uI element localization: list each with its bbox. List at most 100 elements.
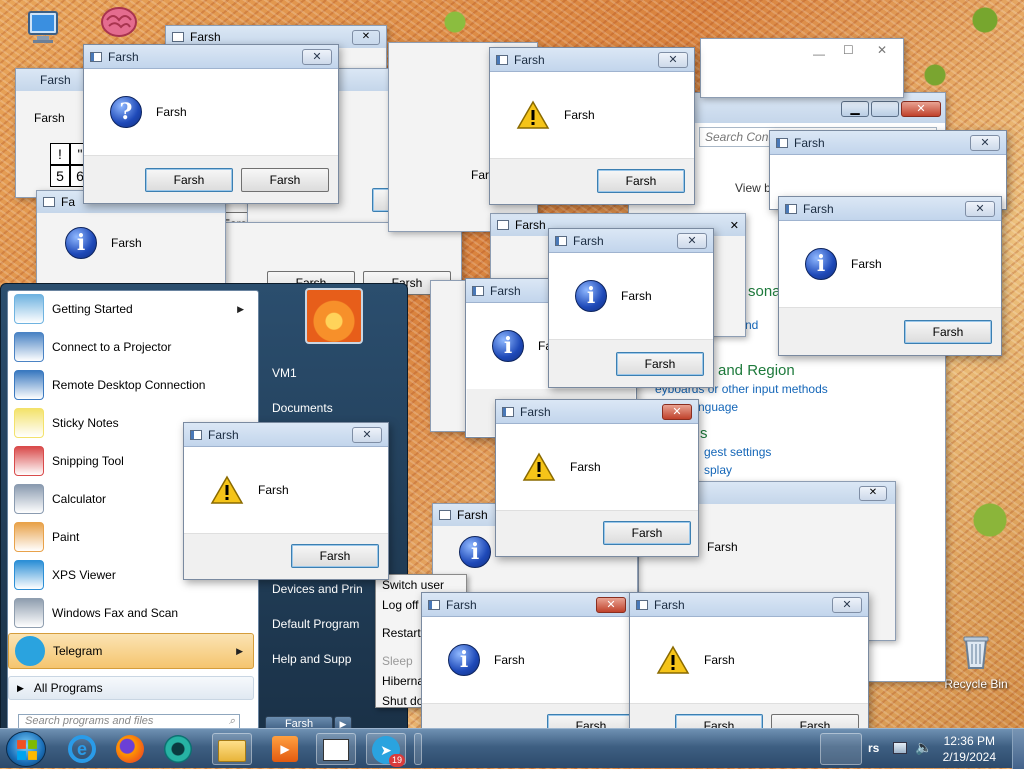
close-button[interactable]: ✕	[352, 29, 380, 45]
recycle-bin-icon	[963, 636, 989, 669]
start-search-input[interactable]: Search programs and files ⌕	[18, 714, 240, 728]
window-app-icon	[323, 739, 349, 761]
start-documents[interactable]: Documents	[272, 401, 333, 415]
farsh-button[interactable]: Farsh	[904, 320, 992, 344]
close-button[interactable]: ✕	[859, 485, 887, 501]
start-user-name[interactable]: VM1	[272, 366, 297, 380]
show-desktop-button[interactable]	[1012, 729, 1024, 769]
volume-muted-icon[interactable]: 🔈	[915, 739, 932, 756]
close-button[interactable]: ✕	[662, 403, 692, 420]
background-dialog: Fa i Farsh	[36, 190, 226, 285]
start-item-label: Sticky Notes	[52, 416, 119, 430]
region-heading[interactable]: and Region	[718, 362, 795, 379]
farsh-button[interactable]: Farsh	[241, 168, 329, 192]
dialog-titlebar: Farsh ✕	[84, 45, 338, 69]
farsh-button[interactable]: Farsh	[597, 169, 685, 193]
warning-icon	[516, 100, 550, 129]
recycle-bin[interactable]: Recycle Bin	[940, 632, 1012, 691]
network-icon[interactable]	[893, 742, 907, 754]
close-button[interactable]: ✕	[832, 596, 862, 613]
ease-link-display[interactable]: splay	[704, 463, 732, 477]
charmap-cell[interactable]: !	[50, 143, 70, 165]
dialog-title: Farsh	[794, 135, 825, 150]
user-avatar[interactable]	[305, 288, 363, 344]
app-icon	[502, 406, 514, 417]
close-button[interactable]: ✕	[901, 101, 941, 117]
firefox-icon	[116, 735, 144, 763]
brain-desktop-icon[interactable]	[84, 2, 154, 47]
start-item-connect-to-a-projector[interactable]: Connect to a Projector	[8, 329, 254, 365]
appearance-heading[interactable]: sona	[748, 283, 781, 300]
tray-text: rs	[868, 741, 880, 755]
minimize-button[interactable]: ▁	[841, 101, 869, 117]
info-icon: i	[459, 536, 491, 568]
globe-app-icon	[164, 735, 192, 763]
ease-heading[interactable]: s	[700, 425, 708, 442]
ease-link-settings[interactable]: gest settings	[704, 445, 771, 459]
explorer-taskbar[interactable]	[212, 733, 252, 765]
dialog-body: i Farsh	[779, 221, 1001, 307]
clock-time: 12:36 PM	[943, 734, 995, 748]
farsh-button[interactable]: Farsh	[616, 352, 704, 376]
close-button[interactable]: ✕	[730, 219, 739, 232]
power-restart[interactable]: Restart	[382, 626, 421, 640]
firefox-taskbar[interactable]	[110, 733, 150, 765]
close-button[interactable]: ✕	[965, 200, 995, 217]
power-shut-down[interactable]: Shut do	[382, 694, 423, 708]
background-dialog-title: Farsh	[190, 30, 221, 44]
maximize-button[interactable]	[871, 101, 899, 117]
close-button[interactable]: ✕	[302, 48, 332, 65]
dialog-footer: Farsh	[490, 158, 694, 204]
telegram-badge: 19	[389, 754, 405, 767]
maximize-icon[interactable]: ☐	[843, 43, 854, 57]
start-item-getting-started[interactable]: Getting Started ▶	[8, 291, 254, 327]
start-help-support[interactable]: Help and Supp	[272, 652, 351, 666]
paint-icon	[14, 522, 44, 552]
close-button[interactable]: ✕	[596, 596, 626, 613]
appearance-link[interactable]: nd	[745, 318, 758, 332]
app-icon	[472, 285, 484, 296]
farsh-button[interactable]: Farsh	[291, 544, 379, 568]
computer-desktop-icon[interactable]	[8, 8, 78, 53]
submenu-arrow-icon: ▶	[236, 645, 243, 656]
start-default-programs[interactable]: Default Program	[272, 617, 359, 631]
farsh-button[interactable]: Farsh	[145, 168, 233, 192]
farsh-button[interactable]: Farsh	[603, 521, 691, 545]
dialog-body: Farsh	[630, 617, 868, 703]
region-link-language[interactable]: nguage	[698, 400, 738, 414]
start-item-telegram[interactable]: Telegram ▶	[8, 633, 254, 669]
snipping-tool-icon	[14, 446, 44, 476]
all-programs-item[interactable]: ▶ All Programs	[8, 676, 254, 700]
power-sleep[interactable]: Sleep	[382, 654, 413, 668]
dialog-titlebar: Farsh ✕	[549, 229, 713, 253]
close-button[interactable]: ✕	[658, 51, 688, 68]
farsh-dialog-info: Farsh ✕ i Farsh Farsh	[548, 228, 714, 388]
charmap-cell[interactable]: 5	[50, 165, 70, 187]
start-button[interactable]	[6, 731, 46, 767]
app-icon	[785, 203, 797, 214]
farsh-dialog-warning: Farsh ✕ Farsh Farsh	[495, 399, 699, 557]
close-icon[interactable]: ✕	[877, 43, 887, 57]
start-item-windows-fax-and-scan[interactable]: Windows Fax and Scan	[8, 595, 254, 631]
dialog-titlebar: Farsh ✕	[422, 593, 632, 617]
taskbar-window-button[interactable]	[414, 733, 422, 765]
power-switch-user[interactable]: Switch user	[382, 578, 444, 592]
media-player-taskbar[interactable]: ▶	[265, 733, 305, 765]
power-log-off[interactable]: Log off	[382, 598, 418, 612]
close-button[interactable]: ✕	[677, 232, 707, 249]
internet-explorer-taskbar[interactable]: e	[62, 733, 102, 765]
start-item-label: XPS Viewer	[52, 568, 116, 582]
taskbar-window-button[interactable]	[820, 733, 862, 765]
close-button[interactable]: ✕	[352, 426, 382, 443]
start-item-remote-desktop-connection[interactable]: Remote Desktop Connection	[8, 367, 254, 403]
minimize-icon[interactable]: —	[813, 47, 825, 61]
charmap-taskbar[interactable]	[316, 733, 356, 765]
all-programs-arrow-icon: ▶	[17, 682, 24, 693]
telegram-taskbar[interactable]: ➤ 19	[366, 733, 406, 767]
start-devices-printers[interactable]: Devices and Prin	[272, 582, 363, 596]
app-icon	[496, 54, 508, 65]
close-button[interactable]: ✕	[970, 134, 1000, 151]
taskbar-clock[interactable]: 12:36 PM 2/19/2024	[943, 733, 996, 765]
power-hibernate[interactable]: Hiberna	[382, 674, 424, 688]
app-taskbar[interactable]	[158, 733, 198, 765]
